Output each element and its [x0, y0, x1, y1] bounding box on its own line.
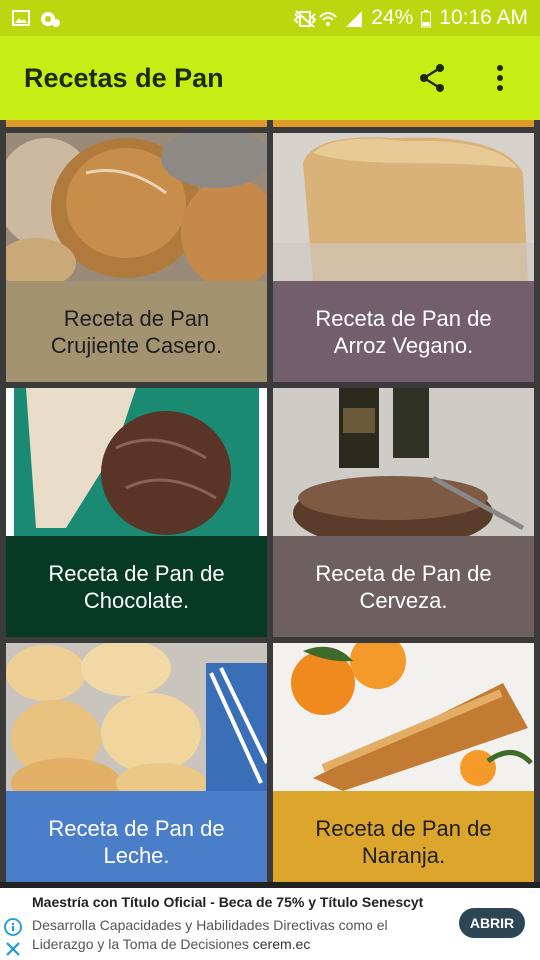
status-bar: 24% 10:16 AM — [0, 0, 540, 36]
recipe-card-label: Receta de Pan de Naranja. — [273, 791, 534, 882]
ad-banner[interactable]: Maestría con Título Oficial - Beca de 75… — [0, 882, 540, 960]
recipe-image-beer-bread — [273, 388, 534, 536]
recipe-card-pan-arroz-vegano[interactable]: Receta de Pan de Arroz Vegano. — [273, 133, 534, 382]
recipe-card-label: Receta de Pan de Cerveza. — [273, 536, 534, 637]
battery-percent: 24% — [371, 6, 414, 29]
ad-description: Desarrolla Capacidades y Habilidades Dir… — [32, 916, 427, 954]
open-ad-button[interactable]: ABRIR — [459, 908, 525, 938]
ad-domain: cerem.ec — [252, 936, 311, 952]
app-actions — [416, 62, 516, 94]
ad-description-text: Desarrolla Capacidades y Habilidades Dir… — [32, 917, 388, 952]
recipe-grid: Receta de Pan Crujiente Casero. Receta d… — [0, 120, 540, 882]
close-icon[interactable] — [4, 940, 22, 958]
gear-notification-icon — [40, 10, 60, 27]
recipe-card-pan-naranja[interactable]: Receta de Pan de Naranja. — [273, 643, 534, 882]
clock: 10:16 AM — [439, 6, 528, 29]
recipe-image-milk-rolls — [6, 643, 267, 791]
recipe-card-pan-crujiente[interactable]: Receta de Pan Crujiente Casero. — [6, 133, 267, 382]
more-vert-icon[interactable] — [484, 62, 516, 94]
previous-row-edge — [273, 120, 534, 127]
page-title: Recetas de Pan — [24, 62, 224, 93]
recipe-card-label: Receta de Pan de Arroz Vegano. — [273, 281, 534, 382]
recipe-image-rustic-loaves — [6, 133, 267, 281]
recipe-image-orange-loaf — [273, 643, 534, 791]
ad-title[interactable]: Maestría con Título Oficial - Beca de 75… — [32, 894, 423, 910]
recipe-card-pan-cerveza[interactable]: Receta de Pan de Cerveza. — [273, 388, 534, 637]
recipe-card-label: Receta de Pan de Leche. — [6, 791, 267, 882]
signal-icon — [345, 10, 363, 27]
share-icon[interactable] — [416, 62, 448, 94]
recipe-card-pan-leche[interactable]: Receta de Pan de Leche. — [6, 643, 267, 882]
recipe-card-label: Receta de Pan de Chocolate. — [6, 536, 267, 637]
info-icon[interactable] — [4, 918, 22, 936]
recipe-image-chocolate-loaf — [6, 388, 267, 536]
app-bar: Recetas de Pan — [0, 36, 540, 120]
status-left — [12, 10, 60, 27]
recipe-card-pan-chocolate[interactable]: Receta de Pan de Chocolate. — [6, 388, 267, 637]
wifi-icon — [319, 10, 337, 26]
image-icon — [12, 10, 30, 26]
status-right: 24% 10:16 AM — [293, 6, 528, 30]
battery-icon — [421, 10, 432, 28]
recipe-card-label: Receta de Pan Crujiente Casero. — [6, 281, 267, 382]
vibrate-icon — [293, 10, 317, 28]
previous-row-edge — [6, 120, 267, 127]
recipe-image-white-loaf — [273, 133, 534, 281]
